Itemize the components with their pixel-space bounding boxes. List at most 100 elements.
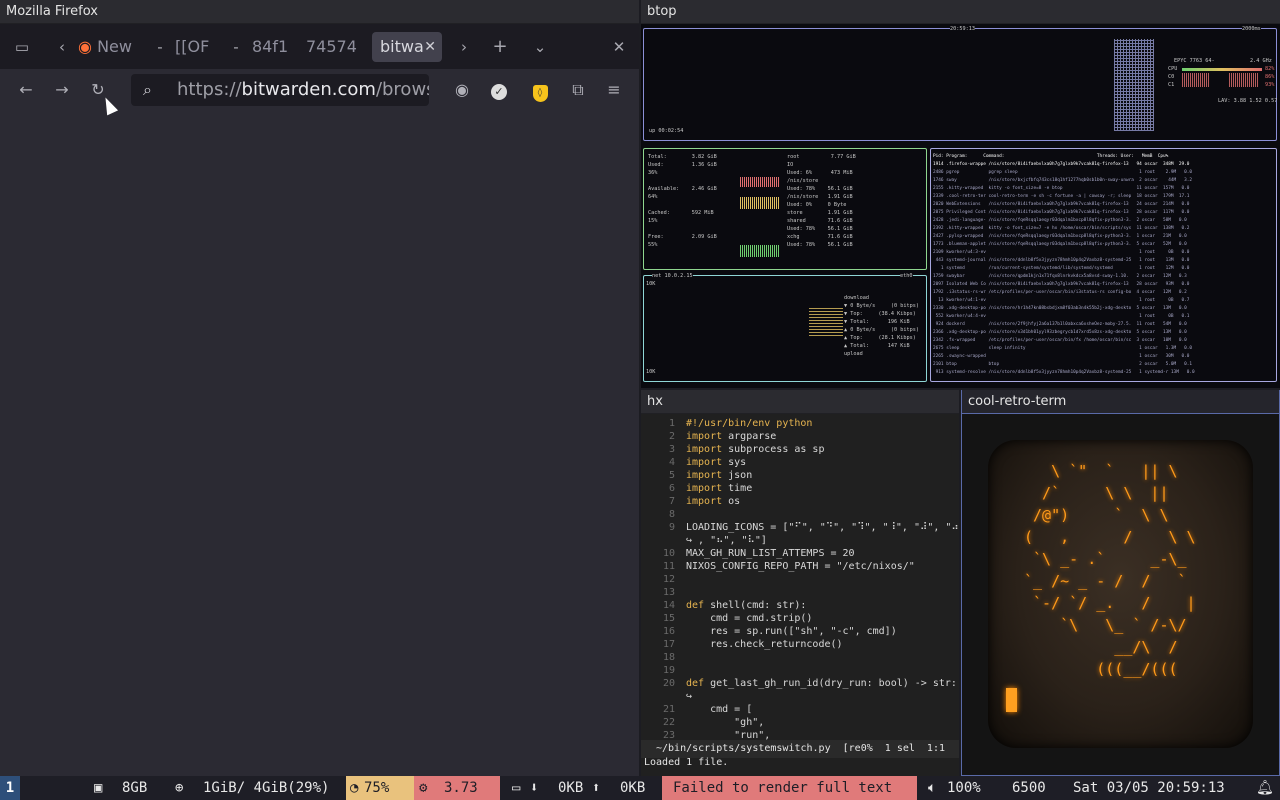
net-up: 0KB	[620, 780, 646, 796]
tab-separator: -	[233, 38, 239, 56]
hx-line-number: 18	[662, 652, 675, 663]
btop-proc-row[interactable]: 1914 .firefox-wrappe /nix/store/8i4ifaeb…	[933, 161, 1276, 169]
btop-proc-row[interactable]: 2101 btop btop 2 oscar 5.0M 0.1	[933, 361, 1276, 369]
volume-level[interactable]: 100%	[947, 776, 981, 800]
upload-icon: ⬆	[592, 780, 601, 796]
btop-proc-list[interactable]: 1914 .firefox-wrappe /nix/store/8i4ifaeb…	[933, 161, 1276, 379]
btop-titlebar: btop	[641, 0, 1280, 24]
btop-proc-row[interactable]: 2427 .pylsp-wrapped /nix/store/fqeRsqqla…	[933, 233, 1276, 241]
hx-line-number: 7	[668, 496, 675, 507]
hx-code-line: cmd = cmd.strip()	[686, 613, 813, 624]
btop-proc-row[interactable]: 13 kworker/u4:1-ev 1 root 0B 0.7	[933, 297, 1276, 305]
btop-proc-row[interactable]: 1759 swaybar /nix/store/qpdm1kjn1x71fqx8…	[933, 273, 1276, 281]
btop-proc-row[interactable]: 2392 .kitty-wrapped kitty -o font_size=7…	[933, 225, 1276, 233]
close-tab-icon[interactable]: ✕	[424, 32, 436, 62]
btop-proc-header: Pid: Program: Command: Threads: User: Me…	[933, 154, 1169, 159]
hx-code-line: MAX_GH_RUN_LIST_ATTEMPS = 20	[686, 548, 855, 559]
list-tabs-icon[interactable]: ⌄	[526, 32, 554, 62]
btop-proc-row[interactable]: 913 systemd-resolve /nix/store/ddnlb8f5x…	[933, 369, 1276, 377]
btop-proc-row[interactable]: 2075 Privileged Cont /nix/store/8i4ifaeb…	[933, 209, 1276, 217]
new-tab-icon[interactable]: +	[486, 32, 514, 62]
btop-proc-row[interactable]: 2330 .xdg-desktop-po /nix/store/hr1h47kn…	[933, 305, 1276, 313]
btop-proc-row[interactable]: 552 kworker/u4:4-ev 1 root 0B 0.1	[933, 313, 1276, 321]
hx-code-line: ↪	[686, 691, 693, 702]
btop-proc-row[interactable]: 2109 kworker/u4:3-ev 1 root 0B 0.0	[933, 249, 1276, 257]
btop-proc-row[interactable]: 2366 .xdg-desktop-po /nix/store/x3d1bh01…	[933, 329, 1276, 337]
hx-line-number: 2	[668, 431, 675, 442]
hx-line-number: 19	[662, 665, 675, 676]
tab-84f1[interactable]: 84f1	[252, 32, 300, 62]
hx-line-number: 13	[662, 587, 675, 598]
tab-74574[interactable]: 74574	[306, 32, 362, 62]
close-window-icon[interactable]: ✕	[605, 32, 633, 62]
load-average: ⚙ 3.73	[414, 776, 500, 800]
back-icon[interactable]: ←	[11, 75, 41, 105]
btop-proc-row[interactable]: 1746 sway /nix/store/bxjcfbfq743cs18q1hf…	[933, 177, 1276, 185]
btop-proc-row[interactable]: 2339 .cool-retro-ter cool-retro-term -e …	[933, 193, 1276, 201]
btop-window-title: btop	[647, 4, 677, 19]
btop-proc-row[interactable]: 1 systemd /run/current-system/systemd/li…	[933, 265, 1276, 273]
hx-line-number: 9	[668, 522, 675, 533]
error-block: Failed to render full text	[662, 776, 917, 800]
btop-proc-row[interactable]: 2097 Isolated Web Co /nix/store/8i4ifaeb…	[933, 281, 1276, 289]
btop-net-box: net 10.0.2.15 eth0 10K 10K download ▼ 0 …	[643, 272, 927, 382]
btop-proc-row[interactable]: 2265 .swaync-wrapped 1 oscar 30M 0.0	[933, 353, 1276, 361]
extensions-puzzle-icon[interactable]: ⧉	[563, 75, 593, 105]
btop-proc-row[interactable]: 443 systemd-journal /nix/store/ddnlb8f5x…	[933, 257, 1276, 265]
scroll-right-icon[interactable]: ›	[450, 32, 478, 62]
tab-new[interactable]: ◉ New	[78, 32, 148, 62]
ram-total: 8GB	[122, 780, 148, 796]
btop-proc-row[interactable]: 2342 .fx-wrapped /etc/profiles/per-user/…	[933, 337, 1276, 345]
crt-screen[interactable]: \ `" ` || \ /` \ \ || /@") ` \ \ ( , / \…	[988, 440, 1253, 748]
btop-proc-row[interactable]: 2428 .jedi-language- /nix/store/fqeRsqql…	[933, 217, 1276, 225]
hx-line-number: 6	[668, 483, 675, 494]
firefox-logo-icon: ◉	[78, 37, 92, 56]
hx-code-line: #!/usr/bin/env python	[686, 418, 813, 429]
hx-line-number: 4	[668, 457, 675, 468]
hx-line-number: 20	[662, 678, 675, 689]
memory-icon: ⊕	[175, 780, 184, 796]
workspace-button[interactable]: 1	[0, 776, 20, 800]
tab-of[interactable]: [[OF	[175, 32, 225, 62]
hx-line-number: 10	[662, 548, 675, 559]
gear-icon: ⚙	[419, 780, 428, 796]
tab-bitwarden[interactable]: bitwa ✕	[372, 32, 442, 62]
notification-bell-icon[interactable]: 🔔︎	[1256, 776, 1274, 800]
hx-code-line: res.check_returncode()	[686, 639, 843, 650]
firefox-navbar: ← → ↻ ⌕ https://bitwarden.com/browse ◉ ✓…	[0, 69, 639, 111]
crt-cowsay-art: \ `" ` || \ /` \ \ || /@") ` \ \ ( , / \…	[1024, 462, 1196, 678]
hx-window-title: hx	[647, 394, 663, 409]
forward-icon[interactable]: →	[47, 75, 77, 105]
cpu-gauge-icon: ◔	[350, 780, 359, 796]
ublock-shield-icon[interactable]: ◊	[525, 75, 555, 105]
btop-proc-row[interactable]: 2020 WebExtensions /nix/store/8i4ifaebvl…	[933, 201, 1276, 209]
btop-cpu-box: 20:59:13 2000ms EPYC 7763 64- 2.4 GHz CP…	[643, 25, 1277, 141]
extension-v-icon[interactable]: ✓	[484, 75, 514, 105]
cool-retro-term-window: cool-retro-term \ `" ` || \ /` \ \ || /@…	[961, 390, 1280, 776]
crt-titlebar: cool-retro-term	[962, 390, 1279, 414]
menu-icon[interactable]: ≡	[599, 75, 629, 105]
hx-line-number: 3	[668, 444, 675, 455]
btop-proc-row[interactable]: 2675 sleep sleep infinity 1 oscar 1.3M 0…	[933, 345, 1276, 353]
btop-interval: 2000ms	[1242, 25, 1261, 33]
hx-line-number: 22	[662, 717, 675, 728]
tab-list-icon[interactable]: ▭	[8, 32, 36, 62]
firefox-tab-strip: ▭ ‹ ◉ New - [[OF - 84f1 74574 bitwa ✕ › …	[0, 24, 639, 69]
hx-line-number: 14	[662, 600, 675, 611]
hx-line-number: 17	[662, 639, 675, 650]
hx-code-line: def shell(cmd: str):	[686, 600, 807, 611]
btop-proc-row[interactable]: 1773 .blueman-applet /nix/store/fqeRsqql…	[933, 241, 1276, 249]
scroll-left-icon[interactable]: ‹	[48, 32, 76, 62]
url-bar[interactable]: ⌕ https://bitwarden.com/browse	[131, 74, 429, 106]
btop-mem-box: Total: 3.82 GiB Used: 1.36 GiB 36% Avail…	[643, 148, 927, 270]
hx-editor[interactable]: 1 #!/usr/bin/env python 2 import argparse 3 i…	[641, 414, 959, 741]
hx-line-number: 1	[668, 418, 675, 429]
download-icon: ⬇	[530, 780, 539, 796]
btop-proc-row[interactable]: 2486 pgrep pgrep sleep 1 root 2.9M 0.0	[933, 169, 1276, 177]
btop-proc-row[interactable]: 2155 .kitty-wrapped kitty -o font_size=8…	[933, 185, 1276, 193]
btop-cpu-graph	[1114, 39, 1154, 131]
btop-proc-row[interactable]: 924 dockerd /nix/store/2f9jhfyj2a6a137b1…	[933, 321, 1276, 329]
datetime: Sat 03/05 20:59:13	[1073, 780, 1225, 796]
btop-proc-row[interactable]: 1792 .i3status-rs-wr /etc/profiles/per-u…	[933, 289, 1276, 297]
account-icon[interactable]: ◉	[447, 75, 477, 105]
